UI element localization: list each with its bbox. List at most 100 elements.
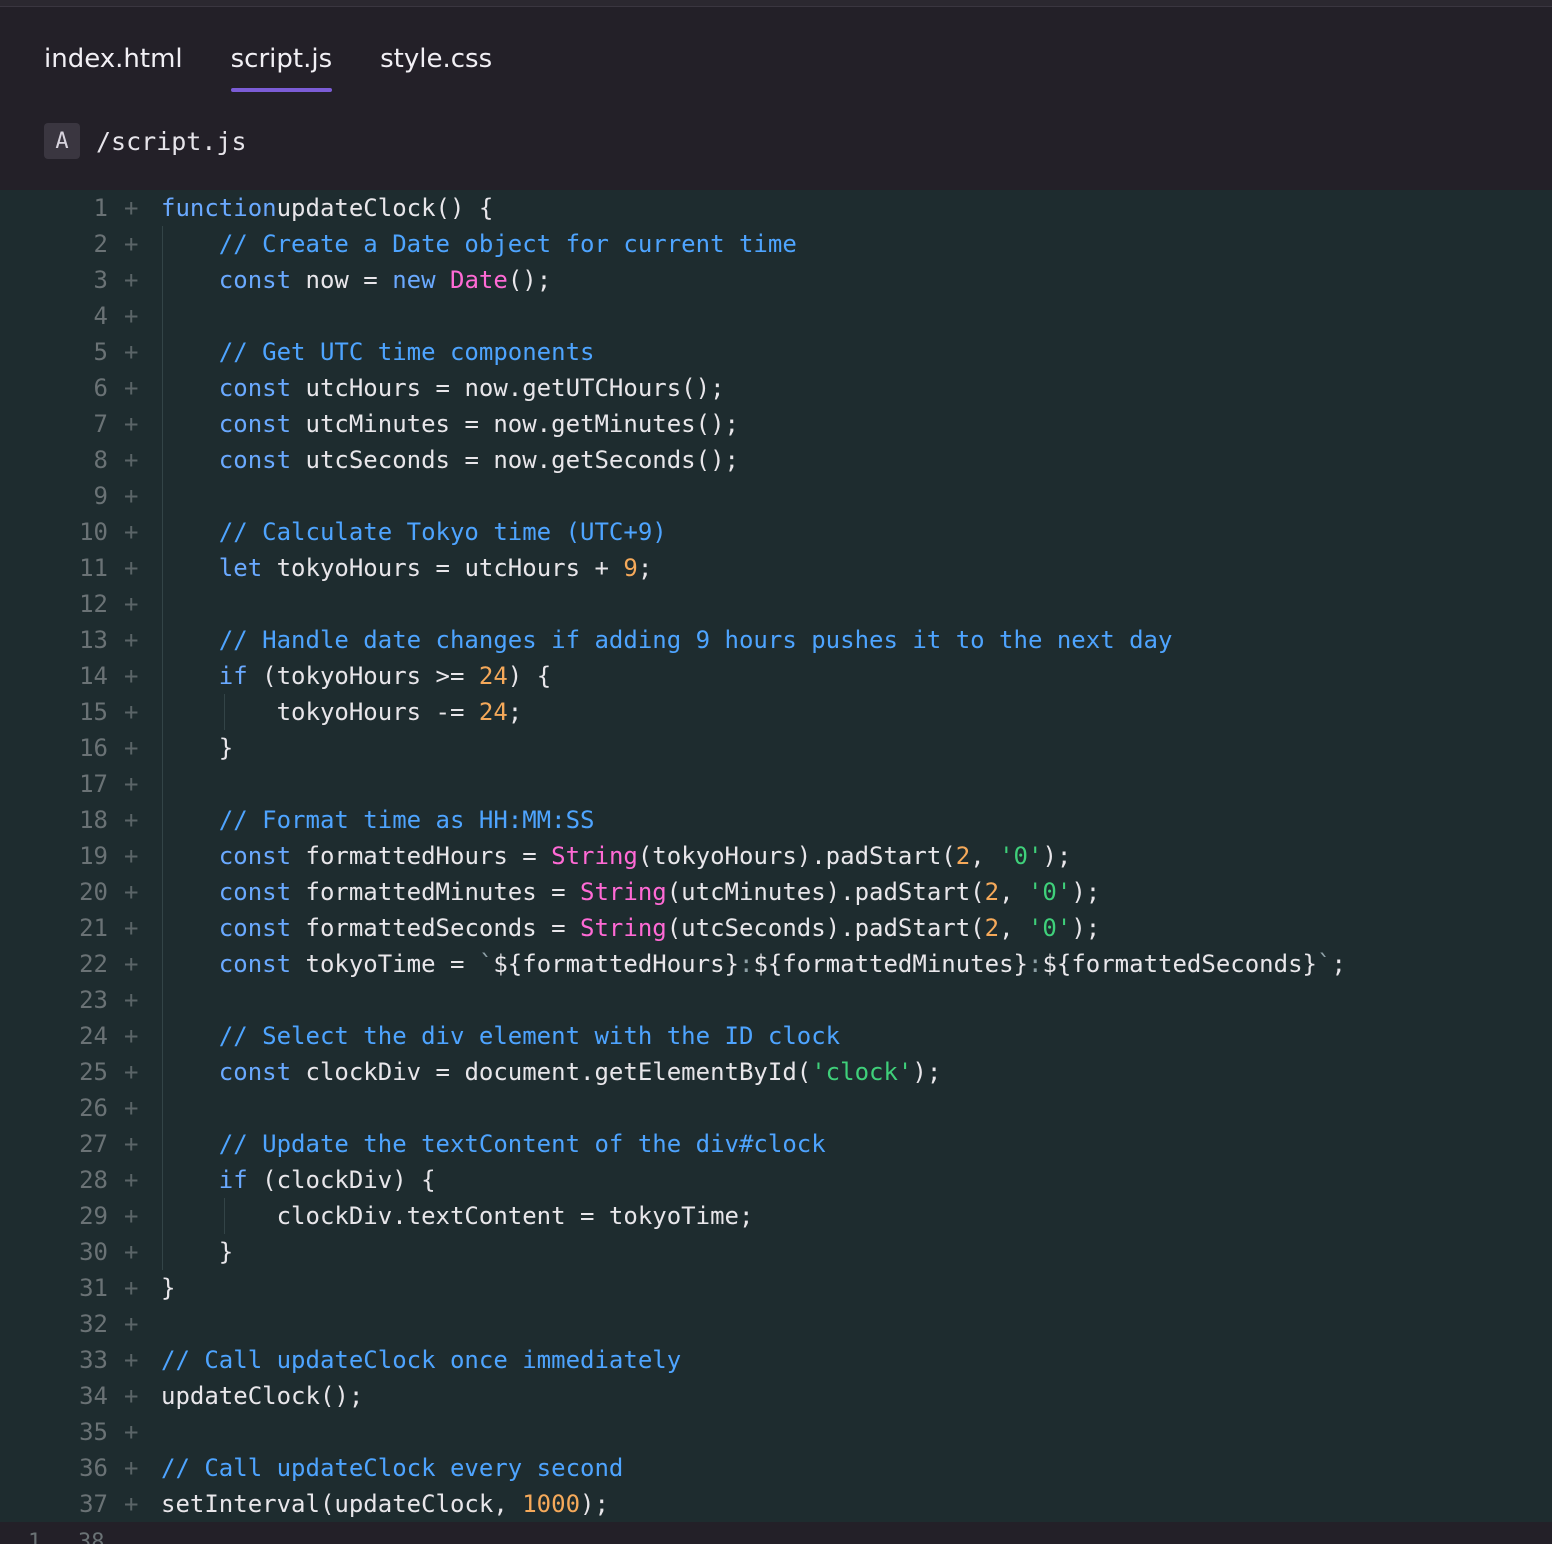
code-line[interactable]: 27 + // Update the textContent of the div… [0,1126,1552,1162]
line-number: 17 [79,770,108,798]
code-line[interactable]: 29 + clockDiv.textContent = tokyoTime; [0,1198,1552,1234]
added-line-marker: + [124,662,139,690]
code-line[interactable]: 8 + const utcSeconds = now.getSeconds(); [0,442,1552,478]
code-line[interactable]: 2 + // Create a Date object for current t… [0,226,1552,262]
code-text: // Update the textContent of the div#clo… [161,1126,826,1162]
code-line[interactable]: 28 + if (clockDiv) { [0,1162,1552,1198]
next-pane-peek: 1 38 [0,1522,1552,1544]
code-line[interactable]: 7 + const utcMinutes = now.getMinutes(); [0,406,1552,442]
tab-style-css[interactable]: style.css [380,36,492,90]
line-number: 22 [79,950,108,978]
code-line[interactable]: 26 + [0,1090,1552,1126]
code-token: formattedHours = [291,842,552,870]
code-token: ) { [507,662,552,690]
code-text: // Format time as HH:MM:SS [161,802,595,838]
code-token: let [218,554,263,582]
code-line[interactable]: 23 + [0,982,1552,1018]
line-number: 7 [93,410,108,438]
code-line[interactable]: 11 + let tokyoHours = utcHours + 9; [0,550,1552,586]
code-editor[interactable]: 1 + functionupdateClock() {2 + // Create a … [0,190,1552,1522]
line-number: 23 [79,986,108,1014]
code-line[interactable]: 9 + [0,478,1552,514]
line-number: 16 [79,734,108,762]
code-text: const formattedSeconds = String(utcSecon… [161,910,1100,946]
line-number: 10 [79,518,108,546]
code-line[interactable]: 30 + } [0,1234,1552,1270]
code-text: if (clockDiv) { [161,1162,436,1198]
line-number: 19 [79,842,108,870]
code-text: // Handle date changes if adding 9 hours… [161,622,1173,658]
code-token: ` [1316,950,1332,978]
code-line[interactable]: 22 + const tokyoTime = `${formattedHours}… [0,946,1552,982]
code-token: } [218,1238,234,1266]
tab-script-js[interactable]: script.js [230,36,332,92]
code-line[interactable]: 36 + // Call updateClock every second [0,1450,1552,1486]
next-pane-line-number: 1 [28,1530,42,1544]
code-line[interactable]: 17 + [0,766,1552,802]
line-number: 9 [93,482,108,510]
code-line[interactable]: 25 + const clockDiv = document.getElement… [0,1054,1552,1090]
code-token: , [999,878,1028,906]
code-line[interactable]: 12 + [0,586,1552,622]
code-token: ); [1071,878,1101,906]
added-line-marker: + [124,1058,139,1086]
added-line-marker: + [124,446,139,474]
code-token: const [218,950,292,978]
code-token: } [161,1274,176,1302]
code-line[interactable]: 21 + const formattedSeconds = String(utcS… [0,910,1552,946]
code-line[interactable]: 34 + updateClock(); [0,1378,1552,1414]
added-line-marker: + [124,986,139,1014]
added-line-marker: + [124,1490,139,1518]
code-line[interactable]: 19 + const formattedHours = String(tokyoH… [0,838,1552,874]
code-line[interactable]: 16 + } [0,730,1552,766]
code-text: const now = new Date(); [161,262,551,298]
code-line[interactable]: 24 + // Select the div element with the I… [0,1018,1552,1054]
line-number: 29 [79,1202,108,1230]
code-line[interactable]: 31 +} [0,1270,1552,1306]
code-line[interactable]: 1 + functionupdateClock() { [0,190,1552,226]
code-token: 24 [478,662,508,690]
added-line-marker: + [124,1202,139,1230]
code-line[interactable]: 14 + if (tokyoHours >= 24) { [0,658,1552,694]
code-text: } [161,1270,175,1306]
code-line[interactable]: 35 + [0,1414,1552,1450]
code-text: functionupdateClock() { [161,190,493,226]
code-text: // Call updateClock every second [161,1450,623,1486]
code-line[interactable]: 3 + const now = new Date(); [0,262,1552,298]
code-line[interactable]: 32 + [0,1306,1552,1342]
code-token: function [161,194,277,222]
added-line-marker: + [124,590,139,618]
added-line-marker: + [124,1310,139,1338]
added-line-marker: + [124,554,139,582]
code-token: '0' [1027,914,1072,942]
code-text: clockDiv.textContent = tokyoTime; [161,1198,754,1234]
line-number: 32 [79,1310,108,1338]
code-line[interactable]: 4 + [0,298,1552,334]
code-line[interactable]: 6 + const utcHours = now.getUTCHours(); [0,370,1552,406]
added-line-marker: + [124,302,139,330]
line-number: 25 [79,1058,108,1086]
code-text: setInterval(updateClock, 1000); [161,1486,609,1522]
tab-index-html[interactable]: index.html [44,36,183,90]
added-line-marker: + [124,1454,139,1482]
code-line[interactable]: 10 + // Calculate Tokyo time (UTC+9) [0,514,1552,550]
code-token: 2 [955,842,971,870]
code-token: // Update the textContent of the div#clo… [218,1130,826,1158]
code-token: tokyoHours = utcHours + [262,554,624,582]
line-number: 5 [93,338,108,366]
added-line-marker: + [124,482,139,510]
code-token: new [392,266,436,294]
code-line[interactable]: 15 + tokyoHours -= 24; [0,694,1552,730]
line-number: 13 [79,626,108,654]
code-line[interactable]: 5 + // Get UTC time components [0,334,1552,370]
code-line[interactable]: 13 + // Handle date changes if adding 9 h… [0,622,1552,658]
line-number: 35 [79,1418,108,1446]
code-token: ); [912,1058,942,1086]
code-line[interactable]: 18 + // Format time as HH:MM:SS [0,802,1552,838]
line-number: 20 [79,878,108,906]
code-line[interactable]: 37 + setInterval(updateClock, 1000); [0,1486,1552,1522]
code-line[interactable]: 20 + const formattedMinutes = String(utcM… [0,874,1552,910]
line-number: 12 [79,590,108,618]
code-line[interactable]: 33 + // Call updateClock once immediately [0,1342,1552,1378]
